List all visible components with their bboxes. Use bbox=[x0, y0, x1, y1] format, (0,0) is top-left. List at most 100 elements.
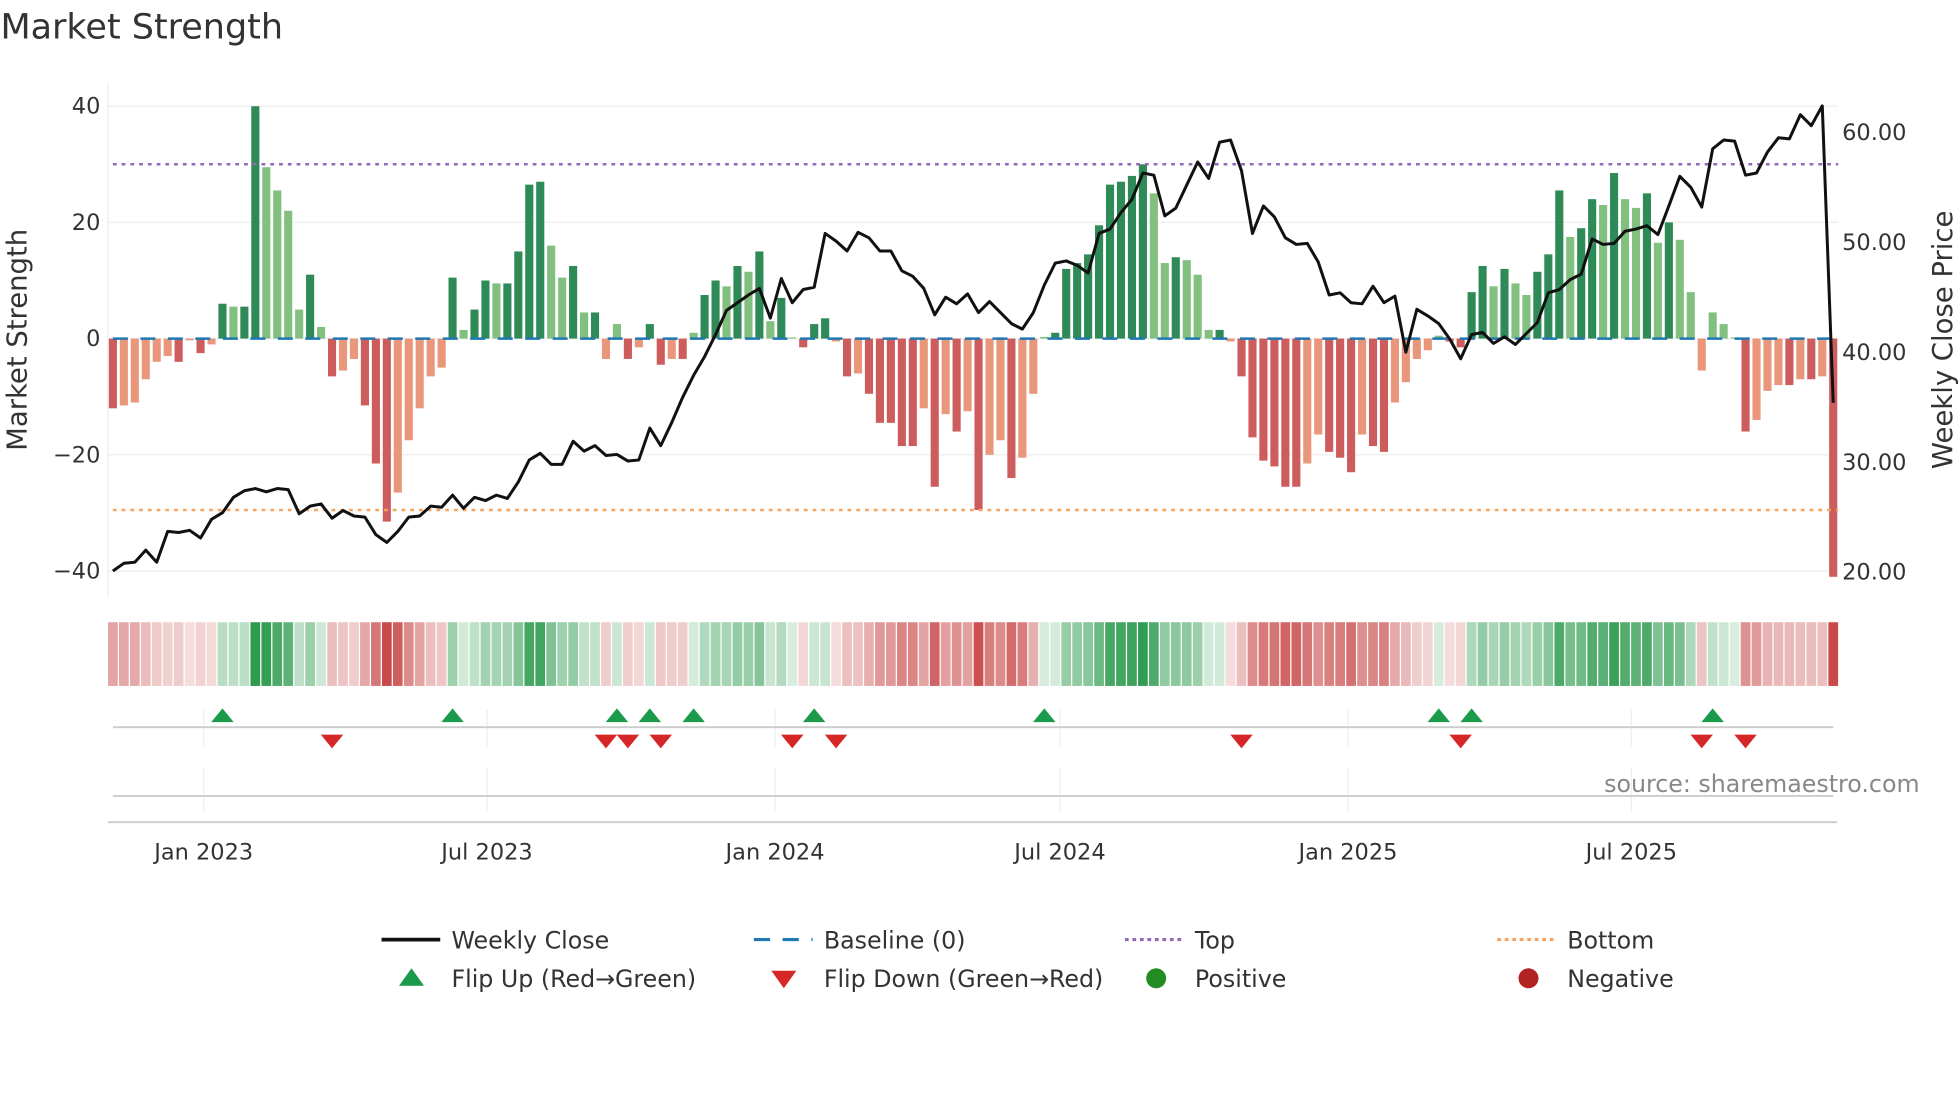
legend-item: Weekly Close bbox=[381, 926, 609, 954]
strength-strip-cell bbox=[886, 622, 896, 686]
strength-bar bbox=[470, 309, 479, 339]
strength-strip-cell bbox=[699, 622, 710, 686]
strength-strip-cell bbox=[1127, 622, 1137, 686]
strength-bar bbox=[1785, 338, 1794, 386]
strength-strip-cell bbox=[1653, 622, 1663, 686]
strength-strip-cell bbox=[1269, 622, 1280, 686]
strength-bar bbox=[108, 338, 117, 409]
strength-strip-cell bbox=[414, 622, 425, 686]
strength-strip-cell bbox=[754, 622, 765, 686]
strength-bar bbox=[218, 303, 227, 339]
strength-strip-cell bbox=[1806, 622, 1817, 686]
strength-bar bbox=[1620, 199, 1630, 339]
strength-strip-cell bbox=[1510, 622, 1521, 686]
strength-strip-cell bbox=[458, 622, 469, 686]
strength-bar bbox=[262, 167, 271, 339]
strength-strip-cell bbox=[546, 622, 557, 686]
legend-label: Top bbox=[1194, 926, 1235, 954]
strength-bar bbox=[1018, 338, 1027, 458]
strength-bar bbox=[667, 338, 676, 359]
strength-strip-cell bbox=[831, 622, 841, 686]
strength-bar bbox=[306, 274, 315, 339]
strength-bar bbox=[273, 190, 282, 339]
strength-bar bbox=[766, 321, 775, 339]
strength-strip-cell bbox=[809, 622, 820, 686]
strength-strip-cell bbox=[239, 622, 250, 686]
x-tick-label: Jul 2025 bbox=[1584, 840, 1677, 866]
flip-down-marker bbox=[616, 734, 640, 749]
strength-bar bbox=[1423, 338, 1432, 351]
strength-bar bbox=[1807, 338, 1816, 380]
strength-strip-cell bbox=[962, 622, 973, 686]
strength-bar bbox=[875, 338, 884, 423]
strength-strip-cell bbox=[195, 622, 206, 686]
strength-bar bbox=[1226, 338, 1235, 342]
strength-strip-cell bbox=[940, 622, 951, 686]
strength-strip-cell bbox=[1828, 622, 1839, 686]
strength-bar bbox=[886, 338, 895, 423]
legend-item: Positive bbox=[1146, 965, 1286, 993]
strength-bar bbox=[897, 338, 906, 447]
strength-strip-cell bbox=[1422, 622, 1433, 686]
strength-strip-cell bbox=[151, 622, 162, 686]
strength-strip-cell bbox=[612, 622, 622, 686]
strength-bar bbox=[952, 338, 961, 432]
strength-strip-cell bbox=[502, 622, 513, 686]
strength-strip-cell bbox=[162, 622, 173, 686]
strength-bar bbox=[349, 338, 359, 359]
x-tick-label: Jan 2023 bbox=[152, 840, 253, 866]
strength-strip-cell bbox=[1379, 622, 1389, 686]
strength-strip-cell bbox=[1159, 622, 1170, 686]
strength-strip-cell bbox=[250, 622, 261, 686]
strength-bar bbox=[1347, 338, 1356, 473]
strength-bar bbox=[1533, 271, 1542, 339]
strength-strip-cell bbox=[513, 622, 524, 686]
strength-bar bbox=[1610, 173, 1619, 339]
strength-bar bbox=[437, 338, 446, 368]
strength-bar bbox=[1719, 324, 1728, 339]
strength-bar bbox=[601, 338, 611, 359]
strength-bar bbox=[393, 338, 402, 493]
strength-bar bbox=[1040, 336, 1049, 339]
strength-bar bbox=[317, 326, 326, 339]
strength-strip-cell bbox=[864, 622, 874, 686]
strength-bar bbox=[130, 338, 139, 403]
strength-strip-cell bbox=[984, 622, 995, 686]
strength-strip-cell bbox=[1302, 622, 1313, 686]
legend-label: Weekly Close bbox=[451, 926, 609, 954]
strength-strip-cell bbox=[721, 622, 732, 686]
strength-bar bbox=[174, 338, 183, 362]
strength-bar bbox=[1577, 228, 1586, 339]
strength-strip-cell bbox=[1105, 622, 1115, 686]
strength-bar bbox=[1105, 184, 1115, 339]
strength-strip-cell bbox=[108, 622, 118, 686]
x-tick-label: Jan 2024 bbox=[724, 840, 825, 866]
strength-strip-cell bbox=[995, 622, 1006, 686]
strength-strip-cell bbox=[1181, 622, 1192, 686]
strength-strip-cell bbox=[469, 622, 480, 686]
flip-up-marker bbox=[1427, 708, 1450, 723]
strength-strip-cell bbox=[765, 622, 776, 686]
strength-bar bbox=[459, 329, 468, 339]
legend-item: Flip Up (Red→Green) bbox=[399, 965, 696, 993]
strength-strip-cell bbox=[710, 622, 721, 686]
strength-bar bbox=[360, 338, 369, 406]
strength-bar bbox=[371, 338, 380, 464]
strength-strip-cell bbox=[568, 622, 578, 686]
flip-down-marker bbox=[824, 734, 848, 749]
strength-strip-cell bbox=[1247, 622, 1258, 686]
flip-up-marker bbox=[605, 708, 629, 723]
legend-label: Flip Down (Green→Red) bbox=[824, 965, 1103, 993]
strength-strip-cell bbox=[1094, 622, 1104, 686]
strength-strip-cell bbox=[842, 622, 852, 686]
strength-bar bbox=[1697, 338, 1706, 371]
strength-bar bbox=[240, 306, 249, 339]
strength-strip-cell bbox=[535, 622, 546, 686]
strength-strip-cell bbox=[666, 622, 677, 686]
strength-strip-cell bbox=[601, 622, 611, 686]
strength-strip-cell bbox=[272, 622, 283, 686]
strength-bar bbox=[1204, 329, 1213, 339]
strength-strip-cell bbox=[623, 622, 633, 686]
strength-strip-cell bbox=[283, 622, 294, 686]
strength-strip-cell bbox=[951, 622, 962, 686]
